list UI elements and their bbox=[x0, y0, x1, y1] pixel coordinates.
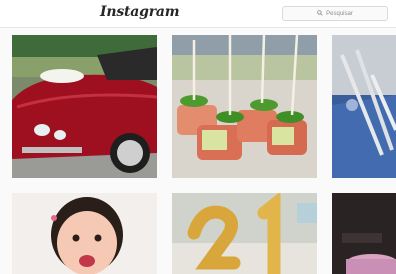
search-icon bbox=[317, 9, 323, 18]
post-red-car[interactable] bbox=[12, 35, 157, 178]
top-nav-bar: Instagram Pesquisar bbox=[0, 0, 396, 28]
instagram-logo[interactable]: Instagram bbox=[100, 4, 180, 20]
search-placeholder: Pesquisar bbox=[326, 10, 353, 17]
post-cutlery[interactable] bbox=[332, 35, 396, 178]
post-baby[interactable] bbox=[12, 193, 157, 274]
post-balloon-21[interactable] bbox=[172, 193, 317, 274]
search-input[interactable]: Pesquisar bbox=[282, 6, 388, 21]
post-appetizers[interactable] bbox=[172, 35, 317, 178]
post-dark-cake[interactable] bbox=[332, 193, 396, 274]
